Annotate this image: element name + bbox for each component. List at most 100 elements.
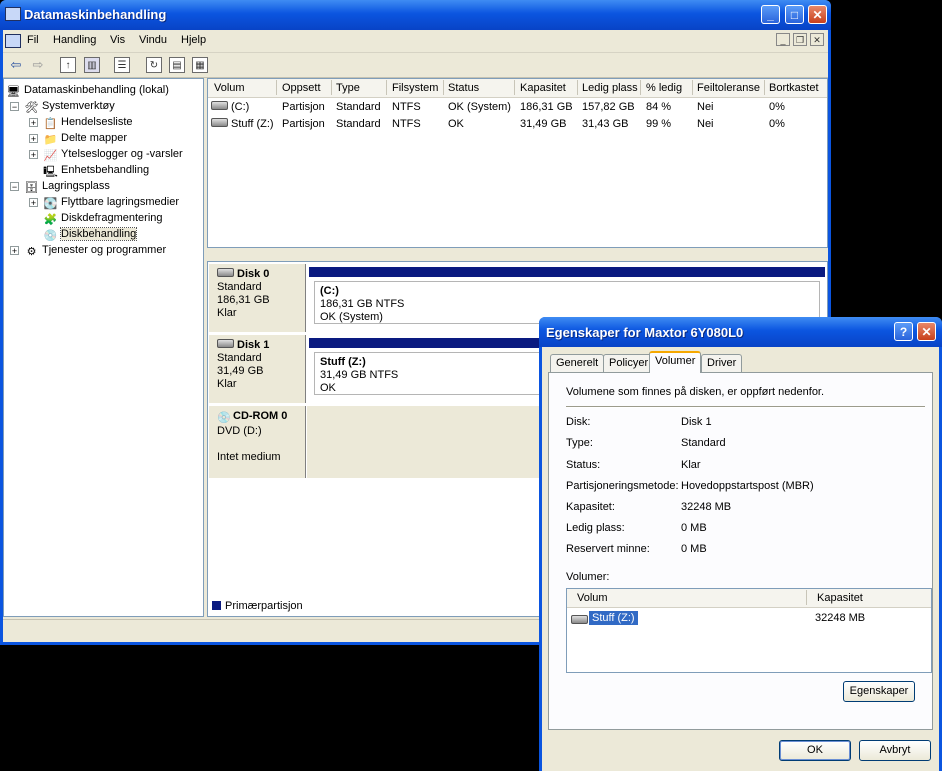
- menu-handling[interactable]: Handling: [53, 34, 96, 46]
- cell-kapasitet: 186,31 GB: [520, 101, 573, 113]
- maximize-button[interactable]: □: [785, 5, 804, 24]
- prop-label-capacity: Kapasitet:: [566, 501, 615, 513]
- tree-item-lagringsplass[interactable]: 🗄 Lagringsplass: [24, 178, 110, 194]
- table-row[interactable]: Stuff (Z:) Partisjon Standard NTFS OK 31…: [208, 116, 827, 133]
- cancel-button[interactable]: Avbryt: [859, 740, 931, 761]
- col-separator[interactable]: [514, 80, 515, 95]
- tree-expand-flyttbare[interactable]: +: [29, 198, 38, 208]
- menu-fil[interactable]: Fil: [27, 34, 39, 46]
- minimize-button[interactable]: _: [761, 5, 780, 24]
- col-header-type[interactable]: Type: [336, 82, 360, 94]
- col-separator[interactable]: [764, 80, 765, 95]
- tree-collapse-lagringsplass[interactable]: −: [10, 182, 19, 192]
- tree-item-root[interactable]: 🖥 Datamaskinbehandling (lokal): [6, 82, 169, 98]
- show-hide-tree-icon[interactable]: ▥: [84, 57, 100, 73]
- tab-policyer[interactable]: Policyer: [603, 354, 655, 372]
- list-item[interactable]: Stuff (Z:) 32248 MB: [571, 610, 931, 627]
- col-header-feiltoleranse[interactable]: Feiltoleranse: [697, 82, 760, 94]
- refresh-icon[interactable]: ↻: [146, 57, 162, 73]
- tree-collapse-systemverktoy[interactable]: −: [10, 102, 19, 112]
- col-header-ledig-plass[interactable]: Ledig plass: [582, 82, 638, 94]
- disk-1-status: Klar: [217, 378, 237, 390]
- tree-item-delte-mapper[interactable]: 📁 Delte mapper: [43, 130, 127, 146]
- col-separator[interactable]: [331, 80, 332, 95]
- menu-bar: Fil Handling Vis Vindu Hjelp _ ❐ ✕: [3, 30, 828, 53]
- dialog-close-button[interactable]: ✕: [917, 322, 936, 341]
- cell-oppsett: Partisjon: [282, 101, 325, 113]
- tree-expand-ytelseslogger[interactable]: +: [29, 150, 38, 160]
- tree-expand-delte-mapper[interactable]: +: [29, 134, 38, 144]
- col-header-volum[interactable]: Volum: [577, 592, 608, 604]
- tree-item-diskbehandling[interactable]: 💿 Diskbehandling: [43, 226, 138, 242]
- disk-0-status: Klar: [217, 307, 237, 319]
- col-header-prosent-ledig[interactable]: % ledig: [646, 82, 682, 94]
- col-separator[interactable]: [640, 80, 641, 95]
- col-separator[interactable]: [443, 80, 444, 95]
- mdi-restore-button[interactable]: ❐: [793, 33, 807, 46]
- table-row[interactable]: (C:) Partisjon Standard NTFS OK (System)…: [208, 99, 827, 116]
- menu-vindu[interactable]: Vindu: [139, 34, 167, 46]
- dialog-titlebar[interactable]: Egenskaper for Maxtor 6Y080L0 ? ✕: [539, 317, 942, 347]
- prop-value-disk: Disk 1: [681, 416, 712, 428]
- col-header-kapasitet[interactable]: Kapasitet: [817, 592, 863, 604]
- tree-item-enhetsbehandling[interactable]: 🖳 Enhetsbehandling: [43, 162, 149, 178]
- disk-1-name: Disk 1: [237, 339, 270, 351]
- disk-0-label[interactable]: Disk 0 Standard 186,31 GB Klar: [209, 264, 306, 332]
- menu-hjelp[interactable]: Hjelp: [181, 34, 206, 46]
- col-header-bortkastet[interactable]: Bortkastet: [769, 82, 819, 94]
- dialog-help-button[interactable]: ?: [894, 322, 913, 341]
- tab-generelt[interactable]: Generelt: [550, 354, 605, 372]
- col-separator[interactable]: [386, 80, 387, 95]
- cell-oppsett: Partisjon: [282, 118, 325, 130]
- cell-filsystem: NTFS: [392, 118, 421, 130]
- col-header-oppsett[interactable]: Oppsett: [282, 82, 321, 94]
- back-arrow-icon[interactable]: ⇦: [8, 57, 24, 73]
- cell-bortkastet: 0%: [769, 118, 785, 130]
- volume-properties-button[interactable]: Egenskaper: [843, 681, 915, 702]
- col-separator[interactable]: [577, 80, 578, 95]
- col-separator[interactable]: [692, 80, 693, 95]
- legend-primary-label: Primærpartisjon: [225, 600, 303, 612]
- tree-expand-hendelsesliste[interactable]: +: [29, 118, 38, 128]
- main-titlebar[interactable]: Datamaskinbehandling _ □ ✕: [0, 0, 831, 30]
- computer-management-icon[interactable]: [5, 7, 21, 21]
- tree-item-systemverktoy[interactable]: 🛠 Systemverktøy: [24, 98, 115, 114]
- ok-button[interactable]: OK: [779, 740, 851, 761]
- tree-item-hendelsesliste[interactable]: 📋 Hendelsesliste: [43, 114, 133, 130]
- col-separator[interactable]: [276, 80, 277, 95]
- help-topic-icon[interactable]: ▦: [192, 57, 208, 73]
- tree-expand-tjenester[interactable]: +: [10, 246, 19, 256]
- mdi-system-icon[interactable]: [5, 34, 21, 48]
- cell-prosent-ledig: 99 %: [646, 118, 672, 130]
- legend-primary-swatch: [212, 601, 221, 610]
- disk-1-label[interactable]: Disk 1 Standard 31,49 GB Klar: [209, 335, 306, 403]
- tree-item-diskdefragmentering[interactable]: 🧩 Diskdefragmentering: [43, 210, 163, 226]
- close-button[interactable]: ✕: [808, 5, 827, 24]
- disk-0-size: 186,31 GB: [217, 294, 270, 306]
- tab-driver[interactable]: Driver: [701, 354, 743, 372]
- mdi-close-button[interactable]: ✕: [810, 33, 824, 46]
- col-header-filsystem[interactable]: Filsystem: [392, 82, 438, 94]
- dialog-title: Egenskaper for Maxtor 6Y080L0: [546, 325, 744, 340]
- menu-vis[interactable]: Vis: [110, 34, 125, 46]
- up-folder-icon[interactable]: ↑: [60, 57, 76, 73]
- cdrom-0-label[interactable]: 💿 CD-ROM 0 DVD (D:) Intet medium: [209, 406, 306, 478]
- col-separator[interactable]: [806, 590, 807, 605]
- prop-label-partition-style: Partisjoneringsmetode:: [566, 480, 679, 492]
- forward-arrow-icon[interactable]: ⇨: [30, 57, 46, 73]
- export-list-icon[interactable]: ▤: [169, 57, 185, 73]
- mdi-minimize-button[interactable]: _: [776, 33, 790, 46]
- tree-item-flyttbare-lagringsmedier[interactable]: 💽 Flyttbare lagringsmedier: [43, 194, 179, 210]
- col-header-status[interactable]: Status: [448, 82, 479, 94]
- tree-item-ytelseslogger[interactable]: 📈 Ytelseslogger og -varsler: [43, 146, 183, 162]
- tree-item-tjenester-og-programmer[interactable]: ⚙ Tjenester og programmer: [24, 242, 167, 258]
- prop-value-capacity: 32248 MB: [681, 501, 732, 513]
- pane-splitter[interactable]: [207, 248, 828, 260]
- col-header-volum[interactable]: Volum: [214, 82, 245, 94]
- properties-icon[interactable]: ☰: [114, 57, 130, 73]
- hard-disk-icon: [217, 339, 234, 348]
- storage-icon: 🗄: [24, 182, 39, 194]
- col-header-kapasitet[interactable]: Kapasitet: [520, 82, 566, 94]
- tab-volumer[interactable]: Volumer: [649, 351, 702, 373]
- cell-ledig-plass: 31,43 GB: [582, 118, 629, 130]
